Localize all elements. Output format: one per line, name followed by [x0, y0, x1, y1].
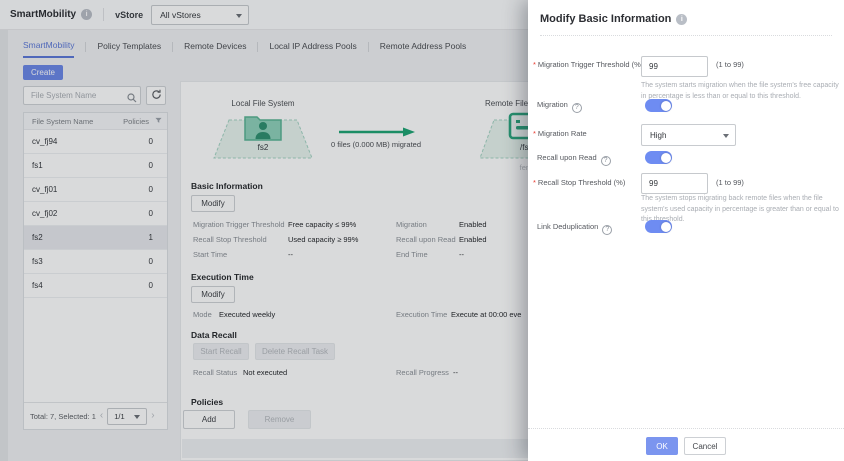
ok-button[interactable]: OK [646, 437, 678, 455]
migration-label: Migration? [537, 100, 582, 113]
help-icon[interactable]: ? [602, 225, 612, 235]
required-mark: * [533, 129, 536, 138]
migration-rate-select[interactable]: High [641, 124, 736, 146]
recall-stop-threshold-input[interactable] [641, 173, 708, 194]
modify-basic-information-drawer: Modify Basic Information i *Migration Tr… [528, 0, 844, 461]
drawer-footer: OK Cancel [528, 428, 844, 455]
drawer-title: Modify Basic Information [540, 13, 671, 25]
migration-trigger-threshold-input[interactable] [641, 56, 708, 77]
trigger-range-hint: (1 to 99) [716, 60, 744, 69]
recall-upon-read-toggle[interactable] [645, 151, 672, 164]
link-deduplication-toggle[interactable] [645, 220, 672, 233]
help-icon[interactable]: ? [572, 103, 582, 113]
chevron-down-icon [723, 134, 729, 138]
recall-stop-threshold-label: *Recall Stop Threshold (%) [533, 178, 625, 187]
migration-trigger-threshold-label: *Migration Trigger Threshold (%) [533, 60, 643, 69]
migration-toggle[interactable] [645, 99, 672, 112]
info-icon[interactable]: i [676, 14, 687, 25]
screen: SmartMobility i vStore All vStores Smart… [0, 0, 844, 461]
migration-rate-label: *Migration Rate [533, 129, 587, 138]
required-mark: * [533, 60, 536, 69]
cancel-button[interactable]: Cancel [684, 437, 726, 455]
recall-upon-read-label: Recall upon Read? [537, 153, 611, 166]
stop-help-text: The system stops migrating back remote f… [641, 194, 844, 226]
trigger-help-text: The system starts migration when the fil… [641, 81, 844, 102]
required-mark: * [533, 178, 536, 187]
migration-rate-value: High [650, 131, 666, 140]
link-deduplication-label: Link Deduplication? [537, 222, 612, 235]
help-icon[interactable]: ? [601, 156, 611, 166]
drawer-header: Modify Basic Information i [528, 0, 844, 25]
stop-range-hint: (1 to 99) [716, 178, 744, 187]
drawer-separator [540, 35, 832, 36]
